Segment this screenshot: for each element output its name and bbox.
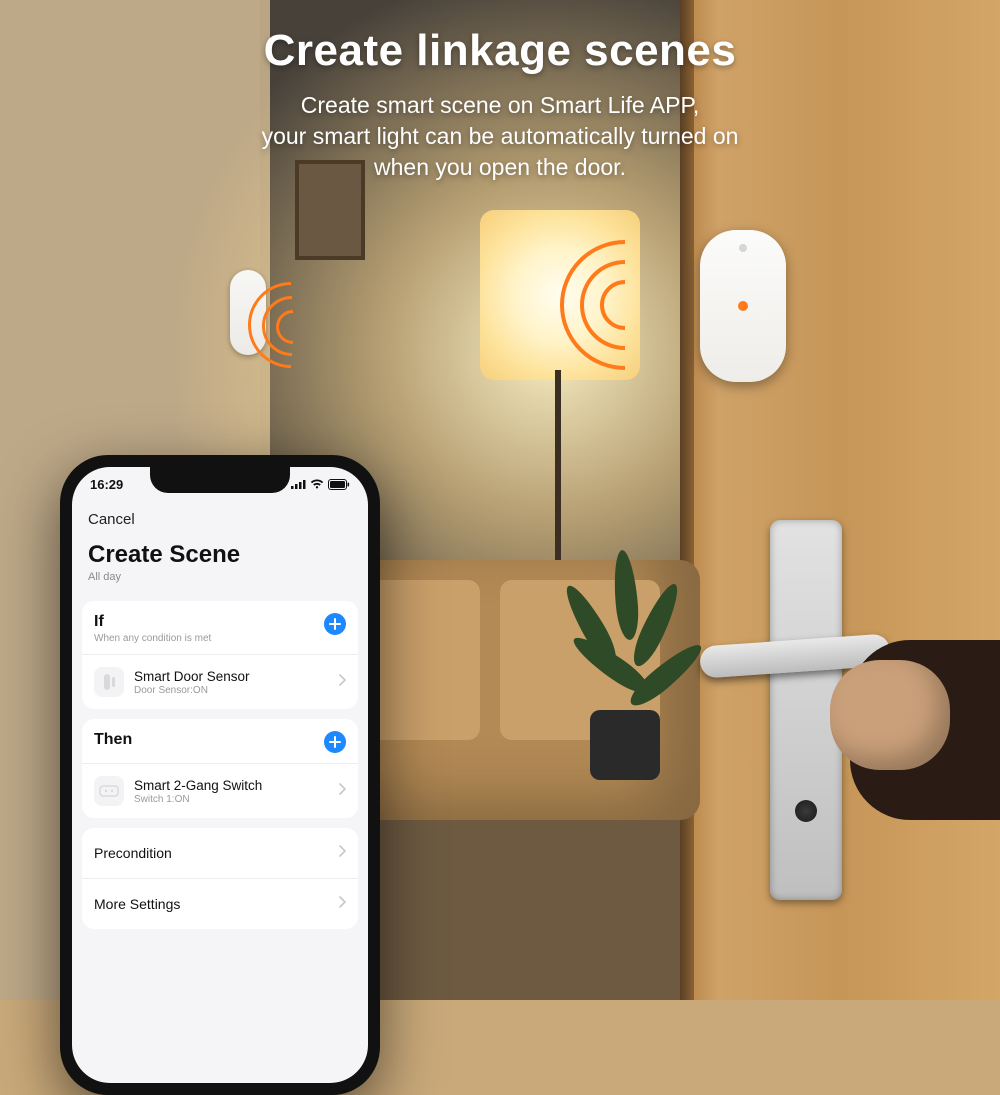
hero-title: Create linkage scenes (0, 26, 1000, 76)
precondition-label: Precondition (94, 845, 172, 861)
add-condition-button[interactable] (324, 613, 346, 635)
if-title: If (94, 613, 211, 631)
precondition-row[interactable]: Precondition (82, 828, 358, 878)
cellular-signal-icon (291, 479, 306, 489)
page-title: Create Scene (88, 541, 352, 569)
status-time: 16:29 (90, 477, 123, 492)
cancel-button[interactable]: Cancel (88, 511, 135, 528)
chevron-right-icon (338, 673, 346, 691)
wifi-icon (310, 479, 324, 489)
more-settings-row[interactable]: More Settings (82, 878, 358, 929)
plus-icon (329, 736, 341, 748)
then-title: Then (94, 731, 132, 749)
action-row-switch[interactable]: Smart 2-Gang Switch Switch 1:ON (82, 763, 358, 818)
action-subtitle: Switch 1:ON (134, 794, 262, 805)
phone-mockup: 16:29 Cancel Create Scene All day (60, 455, 380, 1095)
condition-title: Smart Door Sensor (134, 669, 250, 684)
extra-rows: Precondition More Settings (82, 828, 358, 929)
phone-screen: 16:29 Cancel Create Scene All day (72, 467, 368, 1083)
add-action-button[interactable] (324, 731, 346, 753)
chevron-right-icon (338, 844, 346, 862)
hand (830, 600, 1000, 820)
plant (560, 520, 690, 780)
page-header: Create Scene All day (72, 537, 368, 591)
if-subtitle: When any condition is met (94, 633, 211, 644)
switch-icon (94, 776, 124, 806)
nav-bar: Cancel (72, 501, 368, 537)
if-section: If When any condition is met Smart Door … (82, 601, 358, 709)
chevron-right-icon (338, 782, 346, 800)
action-title: Smart 2-Gang Switch (134, 778, 262, 793)
battery-icon (328, 479, 350, 490)
hero-text: Create linkage scenes Create smart scene… (0, 26, 1000, 183)
more-settings-label: More Settings (94, 896, 180, 912)
door-sensor-main (700, 230, 786, 382)
plus-icon (329, 618, 341, 630)
then-section: Then Smart 2-Gang Switch Switch 1:ON (82, 719, 358, 818)
hero-subtitle: Create smart scene on Smart Life APP, yo… (0, 90, 1000, 183)
door-sensor-icon (94, 667, 124, 697)
condition-row-door-sensor[interactable]: Smart Door Sensor Door Sensor:ON (82, 654, 358, 709)
phone-notch (150, 467, 290, 493)
keyhole-icon (795, 800, 817, 822)
chevron-right-icon (338, 895, 346, 913)
condition-subtitle: Door Sensor:ON (134, 685, 250, 696)
page-subtitle: All day (88, 571, 352, 583)
